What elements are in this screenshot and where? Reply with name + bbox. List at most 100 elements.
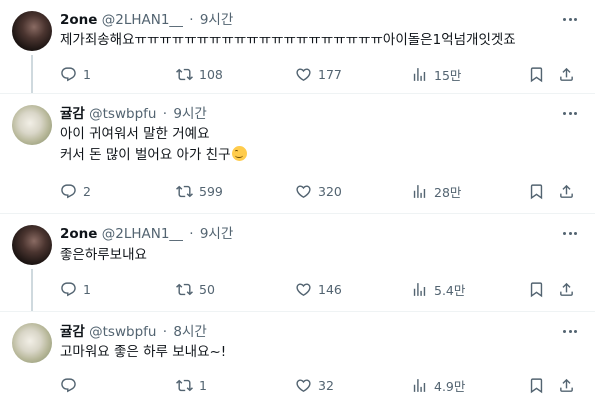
- bookmark-button[interactable]: [528, 181, 551, 201]
- views-icon: [411, 281, 428, 298]
- retweet-icon: [176, 183, 193, 200]
- display-name[interactable]: 귤감: [60, 324, 85, 340]
- retweet-button[interactable]: 50: [176, 279, 215, 299]
- like-count: 320: [318, 183, 342, 199]
- separator-dot: ·: [189, 12, 194, 28]
- reply-count: 1: [83, 66, 91, 82]
- smiling-face-emoji-icon: [231, 146, 247, 161]
- views-count: 28만: [434, 184, 462, 200]
- avatar[interactable]: [12, 11, 52, 51]
- tweet-header: 2one @2LHAN1__ · 9시간: [60, 11, 233, 29]
- retweet-button[interactable]: 599: [176, 181, 223, 201]
- avatar[interactable]: [12, 323, 52, 363]
- heart-icon: [295, 377, 312, 394]
- views-button[interactable]: 28만: [411, 181, 461, 201]
- avatar[interactable]: [12, 105, 52, 145]
- more-icon[interactable]: [561, 226, 579, 240]
- share-button[interactable]: [558, 375, 581, 395]
- avatar[interactable]: [12, 225, 52, 265]
- retweet-icon: [176, 66, 193, 83]
- views-button[interactable]: 4.9만: [411, 375, 465, 395]
- reply-icon: [60, 66, 77, 83]
- tweet-3[interactable]: 2one @2LHAN1__ · 9시간 좋은하루보내요 1 50 146 5.…: [0, 214, 595, 311]
- like-count: 177: [318, 66, 342, 82]
- reply-button[interactable]: 1: [60, 279, 91, 299]
- separator-dot: ·: [162, 106, 168, 122]
- reply-button[interactable]: [60, 375, 83, 395]
- tweet-text: 좋은하루보내요: [60, 247, 147, 263]
- display-name[interactable]: 2one: [60, 226, 97, 242]
- bookmark-button[interactable]: [528, 64, 551, 84]
- views-icon: [411, 183, 428, 200]
- bookmark-icon: [528, 281, 545, 298]
- tweet-text: 고마워요 좋은 하루 보내요~!: [60, 344, 227, 360]
- action-bar: 1 108 177 15만: [0, 64, 595, 84]
- views-count: 4.9만: [434, 378, 466, 394]
- tweet-header: 귤감 @tswbpfu · 9시간: [60, 105, 207, 123]
- timestamp[interactable]: 9시간: [173, 106, 206, 122]
- user-handle[interactable]: @2LHAN1__: [102, 12, 183, 28]
- tweet-2[interactable]: 귤감 @tswbpfu · 9시간 아이 귀여워서 말한 거예요 커서 돈 많이…: [0, 94, 595, 213]
- like-button[interactable]: 32: [295, 375, 334, 395]
- retweet-button[interactable]: 1: [176, 375, 207, 395]
- heart-icon: [295, 281, 312, 298]
- action-bar: 2 599 320 28만: [0, 181, 595, 201]
- share-button[interactable]: [558, 64, 581, 84]
- views-icon: [411, 377, 428, 394]
- display-name[interactable]: 귤감: [60, 106, 85, 122]
- action-bar: 1 50 146 5.4만: [0, 279, 595, 299]
- tweet-header: 귤감 @tswbpfu · 8시간: [60, 323, 207, 341]
- more-icon[interactable]: [561, 324, 579, 338]
- retweet-count: 50: [199, 281, 215, 297]
- views-button[interactable]: 5.4만: [411, 279, 465, 299]
- views-button[interactable]: 15만: [411, 64, 461, 84]
- views-count: 5.4만: [434, 282, 466, 298]
- share-icon: [558, 183, 575, 200]
- share-icon: [558, 66, 575, 83]
- timestamp[interactable]: 8시간: [173, 324, 206, 340]
- share-button[interactable]: [558, 279, 581, 299]
- user-handle[interactable]: @2LHAN1__: [102, 226, 183, 242]
- tweet-1[interactable]: 2one @2LHAN1__ · 9시간 제가죄송해요ㅠㅠㅠㅠㅠㅠㅠㅠㅠㅠㅠㅠㅠ…: [0, 0, 595, 93]
- reply-icon: [60, 377, 77, 394]
- user-handle[interactable]: @tswbpfu: [89, 324, 156, 340]
- bookmark-button[interactable]: [528, 279, 551, 299]
- bookmark-icon: [528, 183, 545, 200]
- tweet-text-line-2: 커서 돈 많이 벌어요 아가 친구: [60, 145, 247, 165]
- bookmark-button[interactable]: [528, 375, 551, 395]
- more-icon[interactable]: [561, 12, 579, 26]
- retweet-count: 599: [199, 183, 223, 199]
- timestamp[interactable]: 9시간: [200, 226, 233, 242]
- share-icon: [558, 377, 575, 394]
- share-button[interactable]: [558, 181, 581, 201]
- like-button[interactable]: 177: [295, 64, 342, 84]
- tweet-header: 2one @2LHAN1__ · 9시간: [60, 225, 233, 243]
- reply-icon: [60, 183, 77, 200]
- share-icon: [558, 281, 575, 298]
- reply-count: 1: [83, 281, 91, 297]
- tweet-text: 커서 돈 많이 벌어요 아가 친구: [60, 147, 231, 163]
- retweet-count: 108: [199, 66, 223, 82]
- like-button[interactable]: 320: [295, 181, 342, 201]
- separator-dot: ·: [162, 324, 168, 340]
- display-name[interactable]: 2one: [60, 12, 97, 28]
- separator-dot: ·: [189, 226, 194, 242]
- like-button[interactable]: 146: [295, 279, 342, 299]
- reply-icon: [60, 281, 77, 298]
- timestamp[interactable]: 9시간: [200, 12, 233, 28]
- user-handle[interactable]: @tswbpfu: [89, 106, 156, 122]
- reply-count: 2: [83, 183, 91, 199]
- views-icon: [411, 66, 428, 83]
- retweet-button[interactable]: 108: [176, 64, 223, 84]
- more-icon[interactable]: [561, 106, 579, 120]
- heart-icon: [295, 183, 312, 200]
- heart-icon: [295, 66, 312, 83]
- reply-button[interactable]: 2: [60, 181, 91, 201]
- like-count: 32: [318, 377, 334, 393]
- tweet-4[interactable]: 귤감 @tswbpfu · 8시간 고마워요 좋은 하루 보내요~! 1 32 …: [0, 312, 595, 407]
- retweet-icon: [176, 377, 193, 394]
- bookmark-icon: [528, 66, 545, 83]
- retweet-count: 1: [199, 377, 207, 393]
- bookmark-icon: [528, 377, 545, 394]
- reply-button[interactable]: 1: [60, 64, 91, 84]
